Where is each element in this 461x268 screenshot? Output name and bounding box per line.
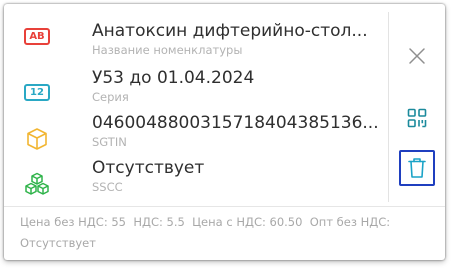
- row-name: AB Анатоксин дифтерийно-стол... Название…: [4, 20, 388, 68]
- product-name: Анатоксин дифтерийно-стол...: [92, 21, 368, 41]
- price-with-vat: Цена с НДС: 60.50: [192, 215, 303, 229]
- price-footer: Цена без НДС: 55 НДС: 5.5 Цена с НДС: 60…: [20, 212, 438, 254]
- footer-divider: [4, 206, 445, 207]
- qr-code-icon: [407, 108, 427, 128]
- product-info: AB Анатоксин дифтерийно-стол... Название…: [4, 4, 388, 200]
- product-card: AB Анатоксин дифтерийно-стол... Название…: [4, 4, 445, 260]
- sscc-value: Отсутствует: [92, 158, 205, 178]
- sgtin-label: SGTIN: [92, 135, 127, 149]
- trash-icon: [408, 158, 426, 178]
- sgtin-value: 0460048800315718404385136...: [92, 113, 379, 133]
- row-sgtin: 0460048800315718404385136... SGTIN: [4, 112, 388, 160]
- vat-value: НДС: 5.5: [133, 215, 185, 229]
- series-label: Серия: [92, 90, 129, 104]
- boxes-icon: [24, 171, 50, 197]
- qr-code-button[interactable]: [399, 100, 435, 136]
- number-badge-icon: 12: [24, 79, 50, 105]
- delete-button[interactable]: [399, 150, 435, 186]
- product-name-label: Название номенклатуры: [92, 43, 243, 57]
- series-badge: 12: [24, 83, 50, 101]
- name-badge: AB: [24, 27, 50, 45]
- close-button[interactable]: [399, 38, 435, 74]
- close-icon: [409, 48, 425, 64]
- sscc-label: SSCC: [92, 180, 123, 194]
- actions-panel: [389, 4, 445, 204]
- row-sscc: Отсутствует SSCC: [4, 157, 388, 205]
- row-series: 12 У53 до 01.04.2024 Серия: [4, 67, 388, 115]
- series-value: У53 до 01.04.2024: [92, 68, 255, 88]
- price-no-vat: Цена без НДС: 55: [20, 215, 126, 229]
- ab-badge-icon: AB: [24, 23, 50, 49]
- box-icon: [24, 126, 50, 152]
